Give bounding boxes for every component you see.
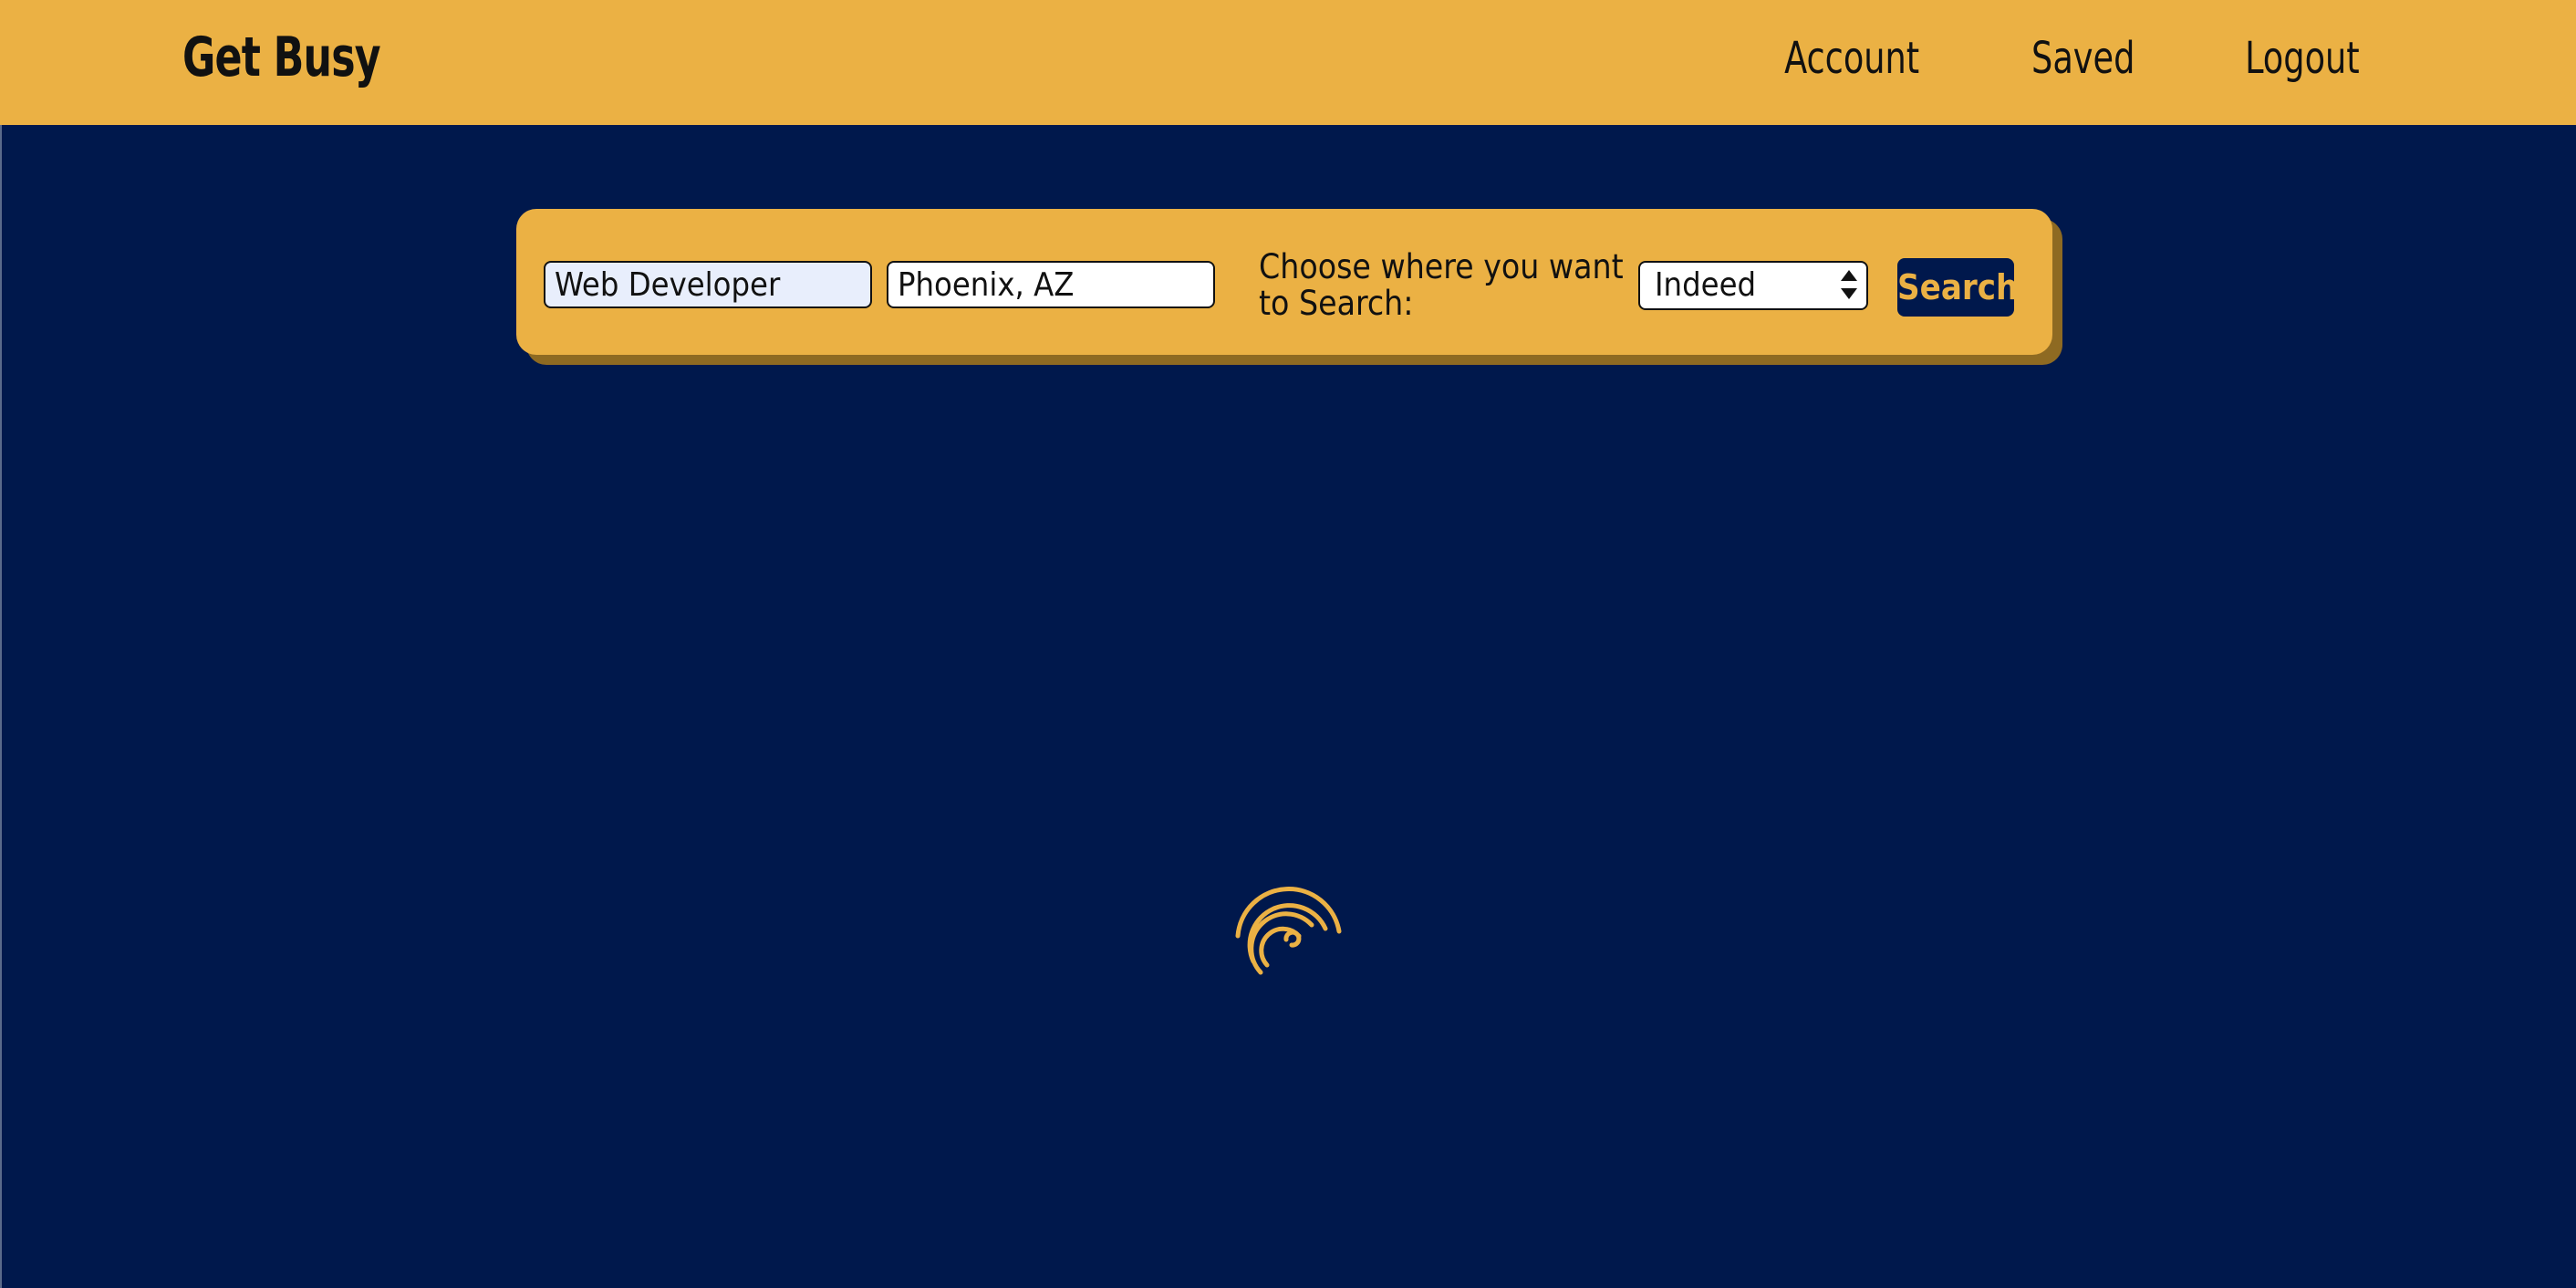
loading-spinner-icon	[1235, 887, 1342, 975]
location-input[interactable]	[887, 261, 1215, 308]
search-panel: Choose where you want to Search: Indeed …	[516, 209, 2052, 355]
job-title-input[interactable]	[544, 261, 872, 308]
top-navbar: Get Busy Account Saved Logout	[0, 0, 2576, 125]
site-select-value: Indeed	[1655, 266, 1757, 304]
select-arrows-icon	[1841, 270, 1857, 299]
nav-account-link[interactable]: Account	[1784, 33, 1919, 84]
nav-saved-link[interactable]: Saved	[2031, 33, 2135, 84]
nav-links: Account Saved Logout	[1772, 33, 2370, 84]
choose-site-label: Choose where you want to Search:	[1259, 247, 1624, 323]
brand-logo[interactable]: Get Busy	[182, 26, 381, 89]
site-select[interactable]: Indeed	[1638, 261, 1868, 310]
nav-logout-link[interactable]: Logout	[2245, 33, 2360, 84]
page-left-border	[0, 125, 2, 1288]
search-button[interactable]: Search	[1897, 258, 2018, 317]
